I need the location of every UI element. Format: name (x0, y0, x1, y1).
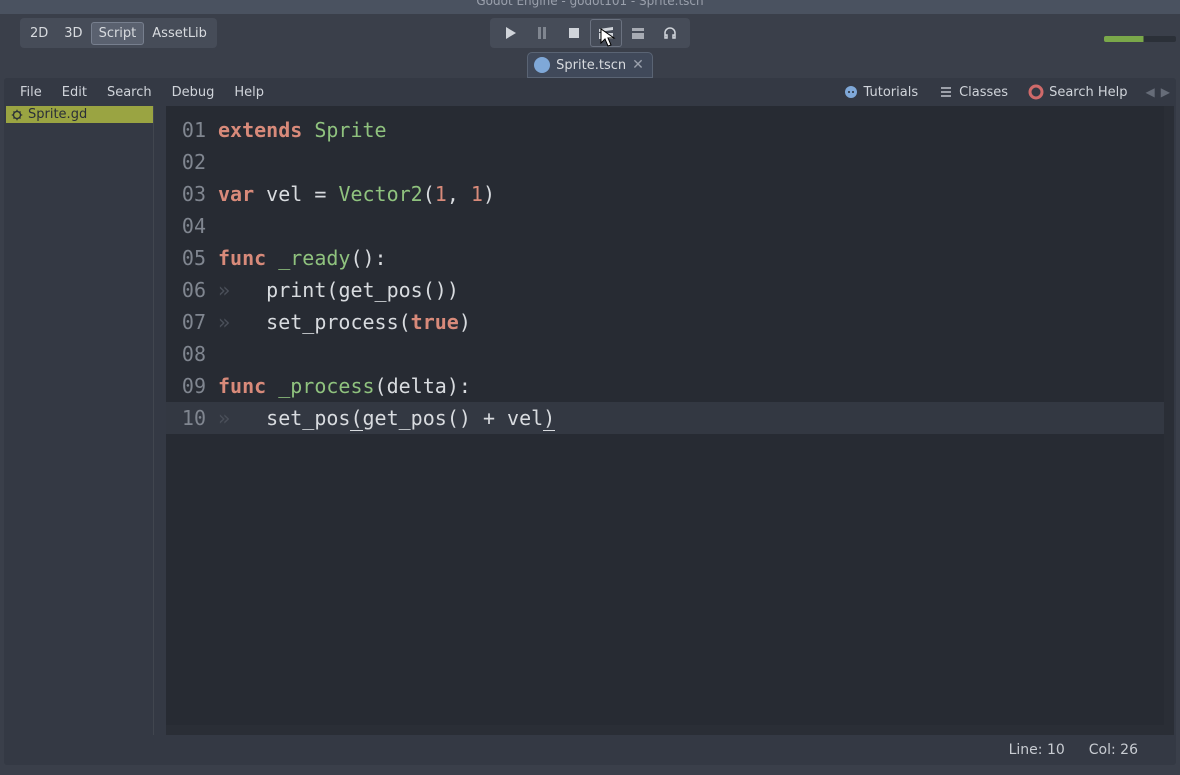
window-title: Godot Engine - godot101 - Sprite.tscn (476, 0, 703, 8)
code-content: var vel = Vector2(1, 1) (218, 178, 495, 210)
line-number: 08 (166, 338, 218, 370)
script-menubar: File Edit Search Debug Help Tutorials Cl… (4, 78, 1176, 106)
window-titlebar: Godot Engine - godot101 - Sprite.tscn (0, 0, 1180, 14)
view-assetlib-tab[interactable]: AssetLib (144, 22, 215, 45)
pause-button[interactable] (526, 19, 558, 47)
play-scene-button[interactable] (590, 19, 622, 47)
clapboard-alt-icon (630, 25, 646, 41)
code-line[interactable]: 10» set_pos(get_pos() + vel) (166, 402, 1174, 434)
code-line[interactable]: 02 (166, 146, 1174, 178)
line-number: 10 (166, 402, 218, 434)
code-line[interactable]: 05func _ready(): (166, 242, 1174, 274)
gear-icon (10, 108, 24, 122)
nav-forward-button[interactable]: ▶ (1161, 85, 1170, 99)
scene-tab-sprite[interactable]: Sprite.tscn ✕ (527, 52, 653, 78)
view-3d-tab[interactable]: 3D (56, 22, 90, 45)
code-editor[interactable]: 01extends Sprite0203var vel = Vector2(1,… (166, 106, 1174, 735)
nav-back-button[interactable]: ◀ (1146, 85, 1155, 99)
code-line[interactable]: 09func _process(delta): (166, 370, 1174, 402)
play-custom-scene-button[interactable] (622, 19, 654, 47)
menu-search[interactable]: Search (97, 81, 162, 104)
code-line[interactable]: 08 (166, 338, 1174, 370)
menu-help[interactable]: Help (224, 81, 274, 104)
status-line: Line: 10 (1009, 742, 1065, 758)
stop-button[interactable] (558, 19, 590, 47)
code-content: » set_process(true) (218, 306, 471, 338)
code-line[interactable]: 01extends Sprite (166, 114, 1174, 146)
menu-edit[interactable]: Edit (52, 81, 97, 104)
top-toolbar: 2D 3D Script AssetLib (0, 14, 1180, 52)
code-content: extends Sprite (218, 114, 387, 146)
code-content: func _process(delta): (218, 370, 471, 402)
lifebuoy-icon (1028, 84, 1044, 100)
nav-arrows: ◀ ▶ (1146, 85, 1170, 99)
line-number: 07 (166, 306, 218, 338)
list-icon (938, 84, 954, 100)
play-button[interactable] (494, 19, 526, 47)
search-help-button[interactable]: Search Help (1018, 80, 1137, 104)
clapboard-icon (598, 25, 614, 41)
code-content: func _ready(): (218, 242, 387, 274)
headphones-icon (662, 25, 678, 41)
line-number: 01 (166, 114, 218, 146)
close-icon[interactable]: ✕ (632, 57, 644, 73)
code-content: » print(get_pos()) (218, 274, 459, 306)
code-line[interactable]: 07» set_process(true) (166, 306, 1174, 338)
menu-file[interactable]: File (10, 81, 52, 104)
view-switcher: 2D 3D Script AssetLib (20, 18, 217, 48)
pause-icon (534, 25, 550, 41)
debug-options-button[interactable] (654, 19, 686, 47)
view-script-tab[interactable]: Script (91, 22, 145, 45)
playback-controls (490, 18, 690, 48)
line-number: 02 (166, 146, 218, 178)
editor-body: Sprite.gd 01extends Sprite0203var vel = … (6, 106, 1174, 735)
script-item-label: Sprite.gd (28, 107, 87, 122)
code-content: » set_pos(get_pos() + vel) (218, 402, 555, 434)
script-editor: File Edit Search Debug Help Tutorials Cl… (4, 78, 1176, 765)
line-number: 04 (166, 210, 218, 242)
godot-face-icon (534, 57, 550, 73)
scene-tabs-row: Sprite.tscn ✕ (0, 52, 1180, 78)
line-number: 09 (166, 370, 218, 402)
code-line[interactable]: 06» print(get_pos()) (166, 274, 1174, 306)
robot-icon (843, 84, 859, 100)
classes-button[interactable]: Classes (928, 80, 1018, 104)
line-number: 06 (166, 274, 218, 306)
stop-icon (566, 25, 582, 41)
script-list-panel: Sprite.gd (6, 106, 154, 735)
view-2d-tab[interactable]: 2D (22, 22, 56, 45)
status-bar: Line: 10 Col: 26 (6, 737, 1174, 763)
status-col: Col: 26 (1089, 742, 1138, 758)
code-line[interactable]: 03var vel = Vector2(1, 1) (166, 178, 1174, 210)
play-icon (502, 25, 518, 41)
tutorials-button[interactable]: Tutorials (833, 80, 929, 104)
code-line[interactable]: 04 (166, 210, 1174, 242)
horizontal-scrollbar[interactable] (166, 725, 1164, 735)
vertical-scrollbar[interactable] (1164, 106, 1174, 735)
line-number: 03 (166, 178, 218, 210)
menu-debug[interactable]: Debug (162, 81, 225, 104)
line-number: 05 (166, 242, 218, 274)
scene-tab-label: Sprite.tscn (556, 58, 626, 73)
audio-meter[interactable] (1104, 36, 1176, 42)
script-list-item[interactable]: Sprite.gd (6, 106, 153, 123)
